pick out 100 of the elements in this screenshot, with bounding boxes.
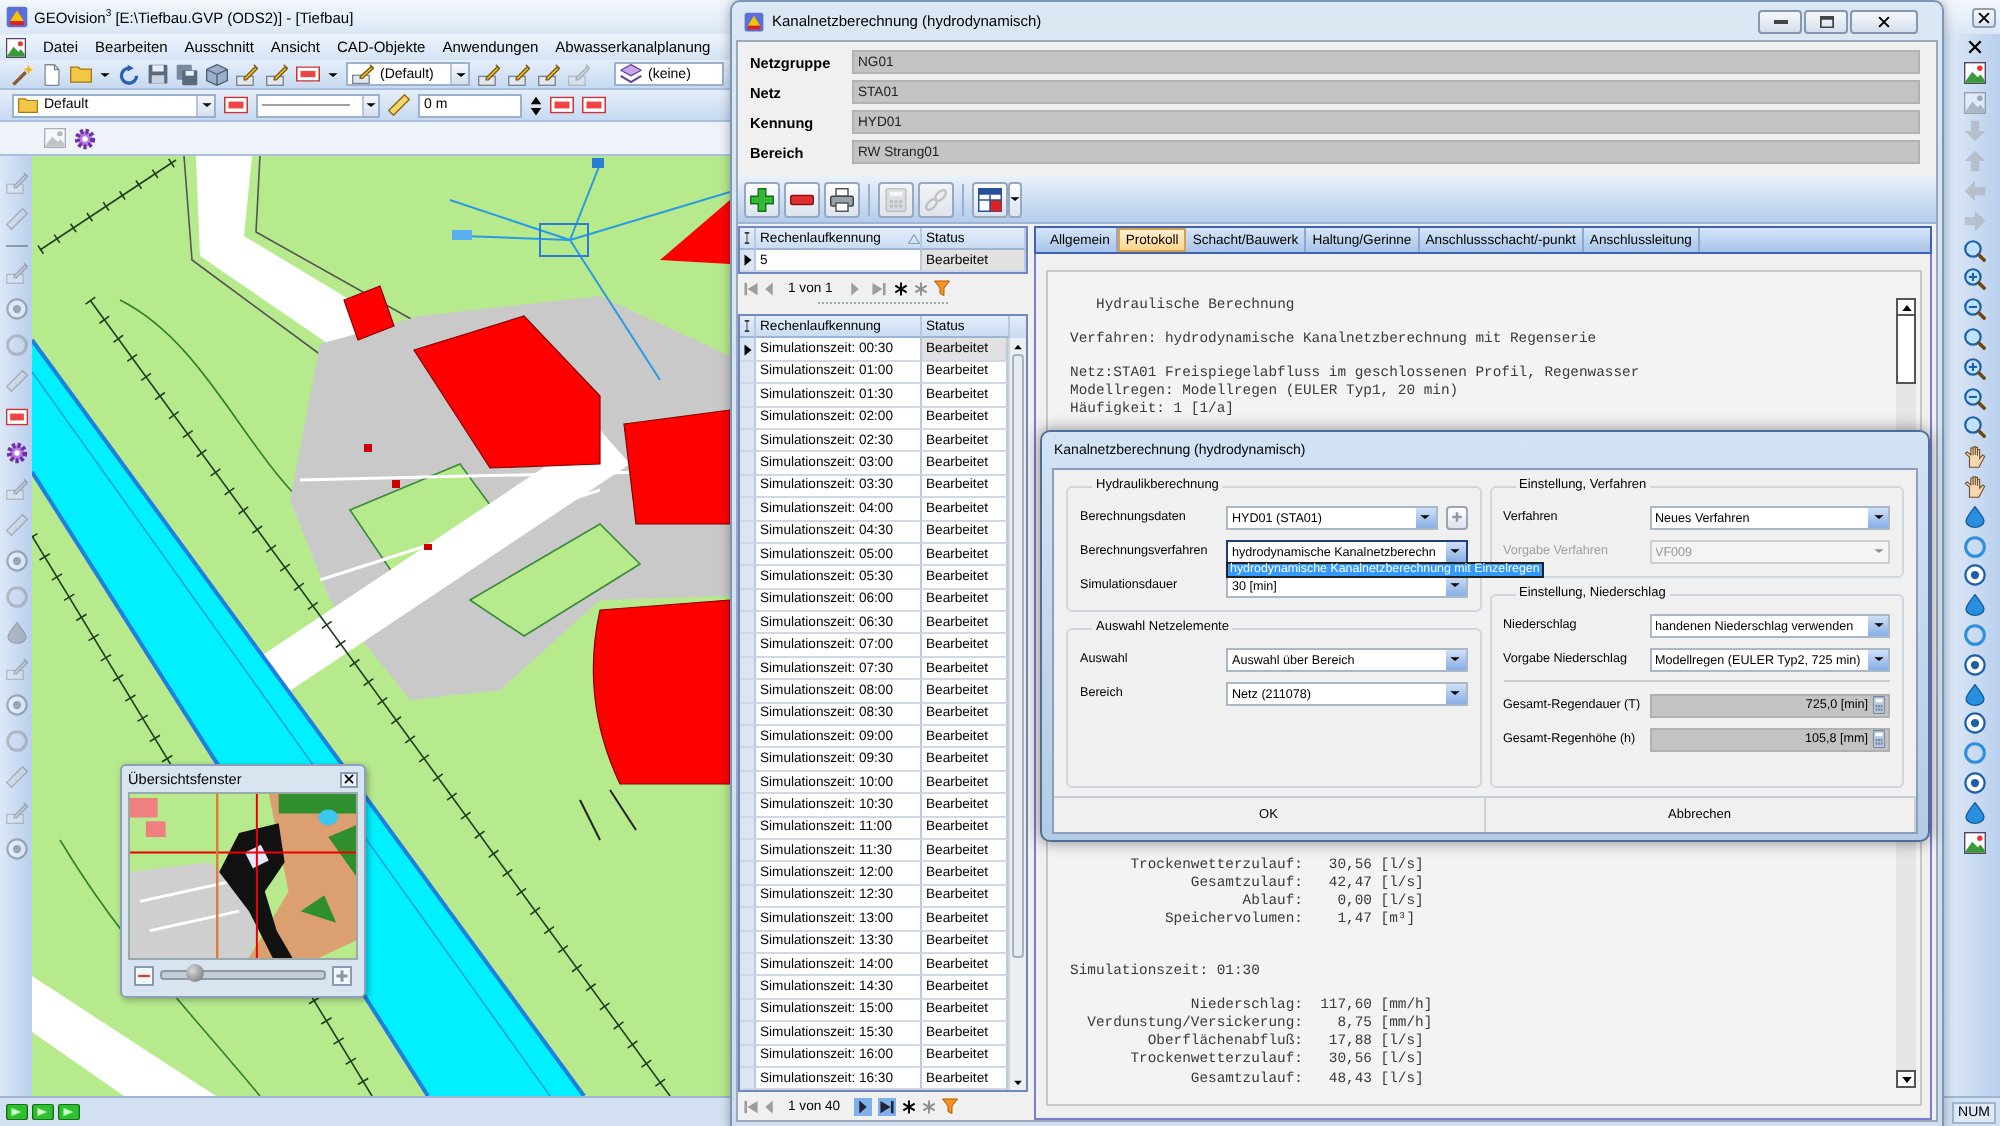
drop-icon[interactable]: [1964, 683, 1986, 706]
zoom-slider[interactable]: [160, 970, 326, 980]
restore-icon: [1819, 15, 1833, 27]
frame-icon[interactable]: [224, 94, 248, 116]
calculator-icon: [884, 187, 908, 211]
status-indicator-icon: [32, 1104, 54, 1120]
node-icon[interactable]: [1964, 712, 1986, 735]
caret-icon: [1450, 582, 1460, 588]
last-page-icon[interactable]: [880, 1099, 895, 1113]
zoom-in-icon[interactable]: [1964, 357, 1986, 380]
add-button[interactable]: [744, 181, 780, 217]
picture-icon[interactable]: [6, 37, 26, 57]
asterisk-icon[interactable]: [894, 281, 909, 296]
close-button[interactable]: [340, 771, 358, 787]
minimize-button[interactable]: [1758, 9, 1802, 33]
close-icon[interactable]: [1968, 40, 1982, 54]
app-icon: [6, 6, 28, 28]
pencil-icon[interactable]: [236, 63, 258, 85]
frame-icon[interactable]: [582, 94, 606, 116]
scrollbar-thumb[interactable]: [1012, 354, 1024, 959]
add-button[interactable]: [1445, 505, 1467, 529]
caret-icon: [366, 102, 376, 108]
status-indicator-icon: [58, 1104, 80, 1120]
restore-button[interactable]: [1804, 9, 1848, 33]
minus-icon: [138, 973, 150, 977]
drop-icon[interactable]: [1964, 505, 1986, 528]
dropdown-button[interactable]: [1008, 181, 1022, 217]
page-icon[interactable]: [42, 63, 62, 85]
ruler-icon[interactable]: [388, 94, 410, 116]
scrollbar-thumb[interactable]: [1896, 316, 1916, 384]
zoom-in-button[interactable]: [332, 965, 352, 985]
asterisk-icon[interactable]: [902, 1099, 917, 1113]
dropdown-field[interactable]: [256, 93, 380, 117]
table-icon: [978, 187, 1002, 211]
picture-icon[interactable]: [1964, 831, 1986, 854]
printer-icon: [830, 187, 854, 211]
picture-icon[interactable]: [1964, 61, 1986, 84]
minimap-drawing[interactable]: [128, 792, 358, 960]
zoom-out-icon[interactable]: [1964, 387, 1986, 410]
drop-icon[interactable]: [1964, 594, 1986, 617]
close-icon: [344, 774, 354, 784]
zoom-in-icon[interactable]: [1964, 268, 1986, 291]
table-button[interactable]: [972, 181, 1008, 217]
node-icon[interactable]: [1964, 564, 1986, 587]
wand-icon[interactable]: [12, 63, 34, 85]
frame-icon[interactable]: [296, 64, 320, 84]
caret-icon[interactable]: [100, 71, 110, 77]
scroll-up-button[interactable]: [1896, 298, 1916, 316]
node-icon[interactable]: [1964, 771, 1986, 794]
ring-icon[interactable]: [1964, 623, 1986, 646]
hand-icon[interactable]: [1964, 446, 1986, 469]
magnifier-icon[interactable]: [1964, 416, 1986, 439]
calculator-icon[interactable]: [1872, 730, 1886, 748]
pencil-icon[interactable]: [508, 63, 530, 85]
column-chooser-icon: [744, 232, 750, 244]
drop-icon[interactable]: [1964, 801, 1986, 824]
caret-icon[interactable]: [328, 71, 338, 77]
arrow-up-icon[interactable]: [1964, 150, 1986, 173]
map-drawing[interactable]: [32, 156, 730, 1096]
funnel-icon[interactable]: [942, 1098, 959, 1114]
frame-icon[interactable]: [550, 94, 574, 116]
row-header[interactable]: [740, 250, 756, 273]
caret-icon: [1450, 656, 1460, 662]
arrow-right-icon[interactable]: [1964, 209, 1986, 232]
scrollbar[interactable]: [1008, 338, 1026, 1090]
arrow-left-icon[interactable]: [1964, 179, 1986, 202]
gear-icon[interactable]: [74, 127, 96, 149]
next-page-icon[interactable]: [858, 1099, 869, 1113]
close-button[interactable]: [1972, 7, 1996, 27]
gear-icon[interactable]: [5, 442, 27, 464]
hand-icon[interactable]: [1964, 475, 1986, 498]
folder-icon[interactable]: [70, 64, 92, 84]
folder-icon: [18, 96, 38, 114]
zoom-out-icon[interactable]: [1964, 298, 1986, 321]
arrow-down-icon[interactable]: [1964, 120, 1986, 143]
floppy-disks-icon[interactable]: [176, 63, 198, 85]
pencil-icon[interactable]: [266, 63, 288, 85]
zoom-out-button[interactable]: [134, 965, 154, 985]
pencil-icon[interactable]: [478, 63, 500, 85]
circular-arrow-icon[interactable]: [118, 63, 140, 85]
print-button[interactable]: [824, 181, 860, 217]
cube-icon[interactable]: [206, 63, 228, 85]
slider-thumb[interactable]: [186, 964, 205, 982]
line-style-icon[interactable]: [5, 244, 27, 248]
funnel-icon[interactable]: [934, 280, 951, 297]
magnifier-icon[interactable]: [1964, 239, 1986, 262]
row-header[interactable]: [740, 338, 756, 362]
remove-button[interactable]: [784, 181, 820, 217]
plus-icon: [336, 969, 348, 981]
triangle-down-icon: [1901, 1075, 1911, 1083]
scroll-down-button[interactable]: [1896, 1070, 1916, 1088]
close-button[interactable]: [1850, 9, 1918, 33]
magnifier-icon[interactable]: [1964, 327, 1986, 350]
frame-icon[interactable]: [5, 406, 27, 428]
pencil-icon[interactable]: [538, 63, 560, 85]
caret-icon: [1420, 514, 1430, 520]
node-icon[interactable]: [1964, 653, 1986, 676]
row-pointer-icon: [743, 254, 751, 267]
calculator-icon[interactable]: [1872, 696, 1886, 714]
spinner-arrows-icon[interactable]: [530, 95, 542, 115]
